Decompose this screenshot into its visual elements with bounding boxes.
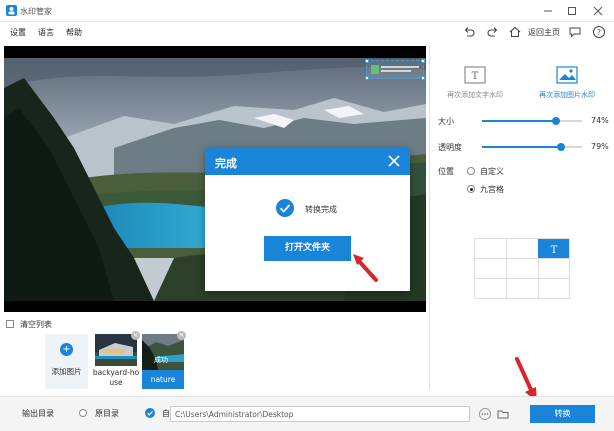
nine-grid-cell[interactable] (538, 259, 571, 279)
add-text-watermark-button[interactable]: T 再次添加文字水印 (430, 46, 520, 104)
text-watermark-icon: T (551, 245, 558, 255)
title-bar: 水印管家 (0, 0, 614, 22)
maximize-button[interactable] (564, 3, 580, 19)
clear-list-checkbox[interactable] (6, 320, 14, 328)
output-path-input[interactable] (170, 406, 470, 422)
output-original-radio[interactable] (79, 409, 87, 417)
open-folder-button[interactable]: 打开文件夹 (264, 236, 351, 261)
opacity-slider-fill (482, 146, 561, 148)
menu-language[interactable]: 语言 (38, 27, 54, 38)
size-slider-row: 大小 74% (438, 114, 610, 128)
size-label: 大小 (438, 117, 454, 126)
dialog-close-icon[interactable] (386, 153, 402, 169)
app-logo-icon (6, 5, 17, 16)
close-icon (593, 6, 603, 16)
chat-icon[interactable] (567, 24, 583, 40)
window-title: 水印管家 (20, 7, 52, 16)
remove-item-icon[interactable]: × (131, 331, 140, 340)
svg-text:?: ? (597, 28, 601, 37)
red-arrow-icon (353, 254, 378, 282)
position-custom-label[interactable]: 自定义 (480, 166, 504, 177)
nine-grid-cell[interactable] (506, 239, 539, 259)
text-watermark-icon: T (464, 66, 486, 84)
nine-grid-cell[interactable] (506, 279, 539, 299)
add-image-button[interactable]: + 添加图片 (45, 334, 88, 389)
position-nine-grid-label[interactable]: 九宫格 (480, 184, 504, 195)
size-value: 74% (591, 116, 609, 125)
add-text-watermark-label: 再次添加文字水印 (447, 91, 503, 99)
success-badge: 成功 (154, 356, 168, 364)
nine-grid-selector: T (474, 238, 571, 299)
nine-grid-cell[interactable]: T (538, 239, 571, 259)
opacity-slider-thumb[interactable] (557, 143, 565, 151)
menu-settings[interactable]: 设置 (10, 27, 26, 38)
dialog-header: 完成 (205, 148, 410, 175)
watermark-logo-icon (371, 65, 419, 74)
dialog-title: 完成 (215, 157, 237, 170)
nine-grid-cell[interactable] (475, 239, 507, 259)
menu-help[interactable]: 帮助 (66, 27, 82, 38)
nine-grid-cell[interactable] (475, 259, 507, 279)
position-nine-grid-radio[interactable] (467, 185, 475, 193)
output-original-label[interactable]: 原目录 (95, 408, 119, 419)
output-custom-radio-checked-icon[interactable] (145, 408, 155, 418)
home-link[interactable]: 返回主页 (528, 27, 560, 38)
add-image-watermark-button[interactable]: 再次添加图片水印 (522, 46, 612, 104)
redo-icon[interactable] (485, 24, 501, 40)
remove-item-icon[interactable]: × (177, 331, 186, 340)
plus-icon: + (60, 343, 73, 356)
dialog-message: 转换完成 (305, 205, 337, 214)
clear-list-label[interactable]: 清空列表 (20, 319, 52, 330)
settings-panel: T 再次添加文字水印 再次添加图片水印 大小 74% 透明度 79% 位置 自定… (429, 46, 614, 389)
svg-text:T: T (472, 71, 479, 82)
minimize-icon (544, 10, 552, 12)
opacity-value: 79% (591, 142, 609, 151)
nine-grid-cell[interactable] (475, 279, 507, 299)
opacity-slider[interactable] (482, 143, 582, 151)
size-slider-fill (482, 120, 556, 122)
convert-button[interactable]: 转换 (530, 405, 595, 423)
maximize-icon (568, 7, 576, 15)
close-button[interactable] (590, 3, 606, 19)
menu-bar: 设置 语言 帮助 返回主页 ? (0, 22, 614, 42)
nine-grid-cell[interactable] (506, 259, 539, 279)
output-dir-label: 输出目录 (22, 409, 54, 418)
svg-text:T: T (551, 245, 558, 255)
undo-icon[interactable] (461, 24, 477, 40)
thumbnail-name: backyard-house (92, 368, 140, 387)
thumbnail-card-selected[interactable]: 成功 nature (142, 334, 184, 389)
success-check-icon (276, 199, 294, 217)
output-bar: 输出目录 原目录 自定义 转换 (0, 396, 614, 431)
thumbnail-name: nature (150, 375, 176, 384)
position-label: 位置 (438, 167, 454, 176)
add-image-watermark-label: 再次添加图片水印 (539, 91, 595, 99)
house-thumbnail (95, 334, 137, 366)
opacity-slider-row: 透明度 79% (438, 140, 610, 154)
minimize-button[interactable] (540, 3, 556, 19)
folder-icon[interactable] (497, 408, 509, 420)
size-slider-thumb[interactable] (552, 117, 560, 125)
watermark-selection-box[interactable] (365, 59, 425, 80)
opacity-label: 透明度 (438, 143, 462, 152)
nine-grid-cell[interactable] (538, 279, 571, 299)
more-options-icon[interactable] (479, 408, 491, 420)
image-watermark-icon (556, 66, 578, 84)
help-icon[interactable]: ? (591, 24, 607, 40)
add-image-label: 添加图片 (51, 367, 82, 376)
thumbnail-card[interactable]: backyard-house (93, 334, 139, 389)
home-icon[interactable] (507, 24, 523, 40)
position-custom-radio[interactable] (467, 167, 475, 175)
size-slider[interactable] (482, 117, 582, 125)
